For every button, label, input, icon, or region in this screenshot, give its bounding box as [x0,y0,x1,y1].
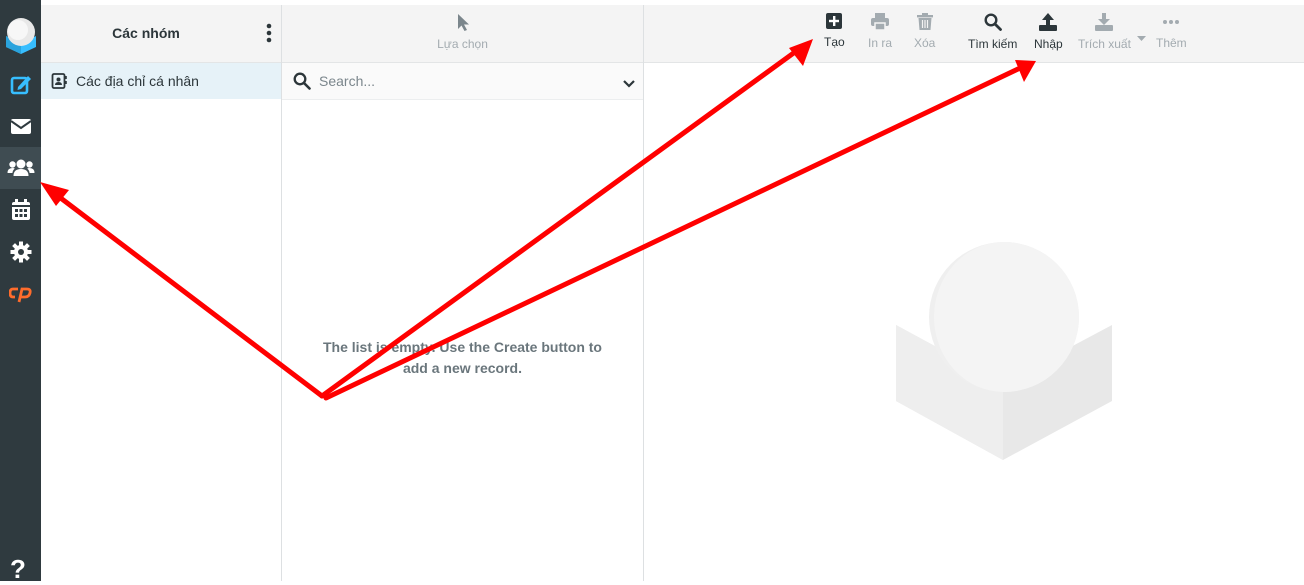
cursor-icon [457,14,469,31]
plus-square-icon [826,13,843,29]
settings-icon [10,241,31,263]
contacts-icon [7,159,34,176]
list-header: Lựa chọn [282,5,643,63]
roundcube-watermark [894,241,1114,466]
search-icon [984,13,1002,31]
import-label: Nhập [1034,37,1063,51]
compose-icon [10,76,31,95]
create-button[interactable]: Tạo [824,13,845,49]
chevron-down-icon [623,80,635,88]
more-label: Thêm [1156,36,1187,50]
settings-button[interactable] [0,231,41,273]
taskmenu: ? [0,0,41,584]
compose-button[interactable] [0,63,41,105]
create-label: Tạo [824,35,845,49]
print-label: In ra [868,36,893,50]
cpanel-icon [8,287,32,303]
search-icon [293,72,311,90]
group-item-personal-addresses[interactable]: Các địa chỉ cá nhân [41,63,281,99]
search-bar [282,63,643,100]
more-button[interactable]: Thêm [1156,13,1187,50]
mail-button[interactable] [0,105,41,147]
vertical-dots-icon [266,23,272,43]
upload-icon [1039,13,1058,31]
import-button[interactable]: Nhập [1034,13,1063,51]
delete-button[interactable]: Xóa [914,13,935,50]
mail-icon [9,119,32,134]
content-panel: Tạo In ra Xóa Tìm kiếm Nhập Trích xuất T… [644,5,1304,581]
more-dots-icon [1163,20,1180,24]
cpanel-button[interactable] [0,273,41,315]
print-icon [871,13,889,30]
empty-list-message: The list is empty. Use the Create button… [322,339,602,376]
calendar-button[interactable] [0,189,41,231]
select-label: Lựa chọn [437,37,488,51]
address-book-icon [51,73,67,89]
export-button[interactable]: Trích xuất [1078,13,1131,51]
groups-panel: Các nhóm Các địa chỉ cá nhân [41,5,282,581]
contacts-button[interactable] [0,147,41,189]
select-button[interactable]: Lựa chọn [282,13,643,51]
print-button[interactable]: In ra [868,13,892,50]
trash-icon [916,13,933,30]
export-label: Trích xuất [1078,37,1131,51]
group-item-label: Các địa chỉ cá nhân [76,73,199,89]
help-button[interactable]: ? [10,554,26,585]
download-icon [1095,13,1114,31]
search-button[interactable]: Tìm kiếm [968,13,1017,51]
contacts-list-panel: Lựa chọn The list is empty. Use the Crea… [282,5,644,581]
groups-header: Các nhóm [41,5,281,63]
search-label: Tìm kiếm [968,37,1018,51]
calendar-icon [11,199,30,220]
groups-title: Các nhóm [112,25,180,41]
groups-menu-button[interactable] [265,23,273,48]
content-toolbar: Tạo In ra Xóa Tìm kiếm Nhập Trích xuất T… [644,5,1304,63]
search-input[interactable] [317,72,611,90]
search-options-button[interactable] [623,75,635,93]
caret-down-icon [1137,36,1146,41]
export-dropdown-button[interactable] [1137,29,1146,47]
delete-label: Xóa [914,36,936,50]
app-logo[interactable] [2,14,40,54]
